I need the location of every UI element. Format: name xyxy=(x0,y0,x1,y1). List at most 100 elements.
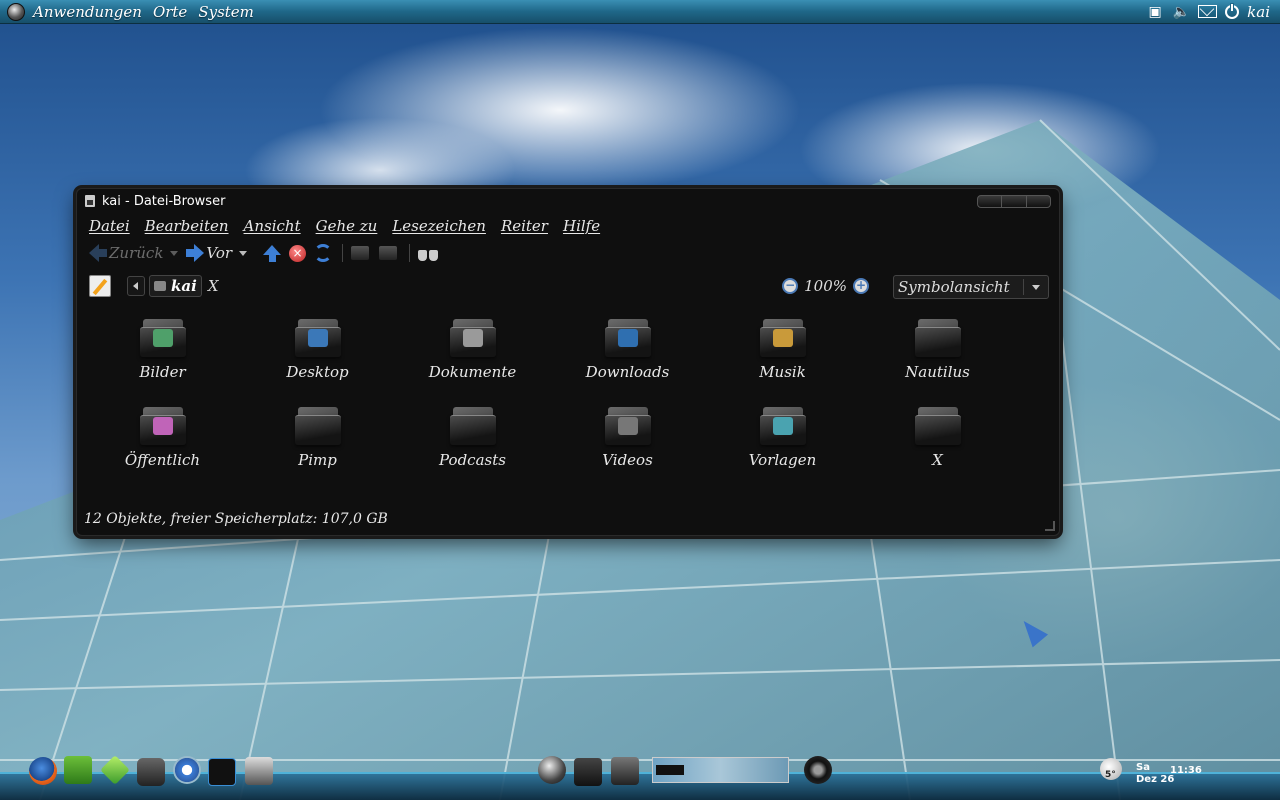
menu-applications[interactable]: Anwendungen xyxy=(33,3,142,21)
zoom-control: − 100% + xyxy=(782,277,869,295)
folder-item[interactable]: Öffentlich xyxy=(85,405,240,469)
folder-emblem-icon xyxy=(462,329,483,347)
folder-item[interactable]: Downloads xyxy=(550,317,705,381)
camera-icon[interactable] xyxy=(137,758,165,786)
folder-front xyxy=(914,327,961,357)
folder-item[interactable]: Vorlagen xyxy=(705,405,860,469)
speaker-dock-icon[interactable] xyxy=(804,756,832,784)
menu-gehe-zu[interactable]: Gehe zu xyxy=(316,217,378,235)
user-name[interactable]: kai xyxy=(1247,3,1270,21)
menu-ansicht[interactable]: Ansicht xyxy=(244,217,301,235)
folder-label: Videos xyxy=(602,451,653,469)
xbmc-icon[interactable] xyxy=(208,758,236,786)
recycle-app-icon[interactable] xyxy=(64,756,92,784)
folder-item[interactable]: X xyxy=(860,405,1015,469)
menu-datei[interactable]: Datei xyxy=(89,217,130,235)
edit-location-icon[interactable] xyxy=(89,275,111,297)
folder-item[interactable]: Podcasts xyxy=(395,405,550,469)
window-title: kai - Datei-Browser xyxy=(102,193,226,209)
toolbar-separator xyxy=(409,244,411,262)
back-arrow-shaft xyxy=(99,249,107,257)
calendar-dock-icon[interactable] xyxy=(611,757,639,785)
folder-front xyxy=(449,415,496,445)
volume-icon[interactable]: 🔈 xyxy=(1172,4,1190,20)
power-icon[interactable] xyxy=(1225,3,1240,19)
breadcrumb-kai[interactable]: kai xyxy=(149,275,202,297)
terminal-icon[interactable] xyxy=(245,757,273,785)
mail-icon[interactable] xyxy=(1198,5,1218,18)
menu-places[interactable]: Orte xyxy=(153,3,187,21)
computer-drive-icon[interactable] xyxy=(379,246,398,260)
up-button[interactable] xyxy=(263,244,282,262)
folder-item[interactable]: Musik xyxy=(705,317,860,381)
forward-arrow-icon xyxy=(194,244,205,262)
folder-label: Nautilus xyxy=(905,363,970,381)
menu-reiter[interactable]: Reiter xyxy=(501,217,548,235)
stop-icon: × xyxy=(289,244,307,262)
status-bar: 12 Objekte, freier Speicherplatz: 107,0 … xyxy=(84,511,388,527)
dock-date[interactable]: Sa Dez 26 xyxy=(1136,762,1174,786)
location-bar: kai X − 100% + Symbolansicht xyxy=(77,267,1059,305)
forward-dropdown-icon[interactable] xyxy=(239,250,248,256)
minimize-button[interactable] xyxy=(978,195,1003,207)
folder-grid: Bilder Desktop Dokumente Downloads Musik Naut… xyxy=(85,317,1051,469)
ubuntu-logo-icon[interactable] xyxy=(7,2,25,21)
window-icon xyxy=(85,195,95,207)
window-controls xyxy=(977,194,1051,208)
menu-bearbeiten[interactable]: Bearbeiten xyxy=(145,217,229,235)
folder-icon xyxy=(604,317,651,359)
maximize-button[interactable] xyxy=(1002,195,1027,207)
folder-emblem-icon xyxy=(772,417,793,435)
breadcrumb-label: kai xyxy=(171,277,197,295)
up-arrow-icon xyxy=(263,244,282,255)
folder-item[interactable]: Dokumente xyxy=(395,317,550,381)
forward-button[interactable]: Vor xyxy=(186,244,248,262)
reload-button[interactable] xyxy=(314,244,333,262)
folder-icon xyxy=(449,405,496,447)
menubar: Datei Bearbeiten Ansicht Gehe zu Lesezei… xyxy=(77,213,1059,239)
folder-item[interactable]: Videos xyxy=(550,405,705,469)
folder-label: Desktop xyxy=(286,363,349,381)
stop-button[interactable]: × xyxy=(289,244,307,262)
folder-emblem-icon xyxy=(772,329,793,347)
folder-icon xyxy=(449,317,496,359)
zoom-out-icon[interactable]: − xyxy=(782,278,799,294)
toolbar-separator xyxy=(342,244,344,262)
folder-item[interactable]: Nautilus xyxy=(860,317,1015,381)
emerald-icon[interactable] xyxy=(100,755,130,785)
file-browser-window: kai - Datei-Browser Datei Bearbeiten Ans… xyxy=(76,188,1060,536)
workspace-preview[interactable] xyxy=(652,757,789,783)
search-binoculars-icon[interactable] xyxy=(418,245,439,261)
firefox-icon[interactable] xyxy=(29,757,57,785)
folder-label: Öffentlich xyxy=(124,451,201,469)
folder-icon xyxy=(914,317,961,359)
path-back-button[interactable] xyxy=(127,276,145,296)
zoom-level[interactable]: 100% xyxy=(804,277,847,295)
folder-item[interactable]: Desktop xyxy=(240,317,395,381)
back-arrow-icon xyxy=(89,244,99,262)
close-button[interactable] xyxy=(1027,196,1050,207)
view-mode-select[interactable]: Symbolansicht xyxy=(893,275,1049,299)
menu-lesezeichen[interactable]: Lesezeichen xyxy=(392,217,486,235)
back-dropdown-icon[interactable] xyxy=(170,250,179,256)
folder-icon xyxy=(759,317,806,359)
folder-item[interactable]: Pimp xyxy=(240,405,395,469)
desktop-dock-icon[interactable] xyxy=(574,758,602,786)
back-button[interactable]: Zurück xyxy=(89,244,179,262)
top-panel: Anwendungen Orte System ▣ 🔈 kai xyxy=(0,0,1280,24)
menu-system[interactable]: System xyxy=(198,3,254,21)
folder-item[interactable]: Bilder xyxy=(85,317,240,381)
home-drive-icon[interactable] xyxy=(351,246,370,260)
folder-icon xyxy=(139,317,186,359)
dock-time[interactable]: 11:36 xyxy=(1170,765,1202,776)
chromium-icon[interactable] xyxy=(173,756,201,784)
zoom-in-icon[interactable]: + xyxy=(853,278,869,294)
resize-grip-icon[interactable] xyxy=(1045,521,1055,531)
folder-label: Vorlagen xyxy=(748,451,817,469)
view-mode-value: Symbolansicht xyxy=(898,278,1010,296)
menu-hilfe[interactable]: Hilfe xyxy=(563,217,600,235)
window-titlebar[interactable]: kai - Datei-Browser xyxy=(77,189,1059,213)
breadcrumb-x[interactable]: X xyxy=(208,277,219,295)
network-icon[interactable]: ▣ xyxy=(1146,4,1164,20)
ubuntu-dock-icon[interactable] xyxy=(538,756,566,784)
